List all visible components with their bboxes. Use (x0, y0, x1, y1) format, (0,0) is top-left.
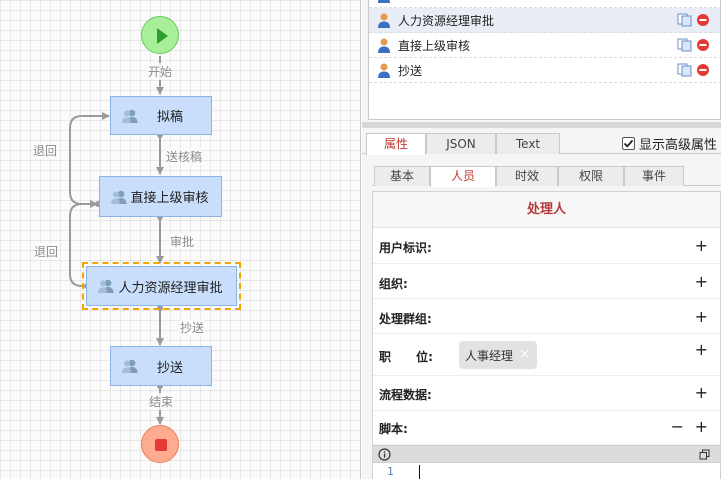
field-user-id: 用户标识: + (373, 228, 720, 264)
text-cursor (419, 465, 420, 479)
user-group-icon (111, 190, 127, 204)
field-group: 处理群组: + (373, 299, 720, 334)
end-event[interactable] (141, 425, 179, 463)
field-position-label: 职 位: (379, 350, 433, 364)
personnel-form: 处理人 用户标识: + 组织: + 处理群组: + 职 位: 人事经理 × + … (372, 191, 721, 479)
edge-label-submit: 送核稿 (166, 148, 203, 165)
subtab-events[interactable]: 事件 (624, 166, 684, 186)
delete-icon[interactable] (696, 38, 710, 52)
remove-script-button[interactable]: − (671, 419, 684, 435)
field-script-label: 脚本: (379, 422, 408, 436)
panel-splitter[interactable] (362, 122, 721, 128)
position-chip[interactable]: 人事经理 × (459, 341, 537, 369)
add-user-id-button[interactable]: + (695, 238, 708, 254)
field-org: 组织: + (373, 264, 720, 299)
list-item[interactable]: 抄送 (369, 58, 720, 83)
task-node-hr-label: 人力资源经理审批 (118, 280, 223, 296)
edge-label-back1: 退回 (33, 142, 58, 159)
field-user-id-label: 用户标识: (379, 241, 432, 255)
node-list: 人力资源经理审批 直接上级审核 抄送 (368, 0, 721, 120)
user-icon (378, 63, 390, 78)
copy-icon[interactable] (677, 63, 693, 77)
field-org-label: 组织: (379, 277, 408, 291)
subtab-timeliness[interactable]: 时效 (496, 166, 558, 186)
play-icon (157, 28, 168, 44)
copy-icon[interactable] (677, 13, 693, 27)
edge-label-cc: 抄送 (180, 319, 205, 336)
task-node-cc[interactable]: 抄送 (110, 346, 212, 386)
tab-text[interactable]: Text (496, 133, 560, 154)
edge-label-end: 结束 (149, 393, 174, 410)
show-advanced-label: 显示高级属性 (639, 138, 718, 153)
tab-json[interactable]: JSON (426, 133, 496, 154)
field-flow-data-label: 流程数据: (379, 388, 432, 402)
delete-icon[interactable] (696, 63, 710, 77)
user-group-icon (98, 279, 114, 293)
user-icon (378, 38, 390, 53)
restore-window-icon[interactable] (699, 449, 710, 460)
list-item-label: 抄送 (398, 63, 423, 78)
task-node-supervisor[interactable]: 直接上级审核 (99, 176, 222, 217)
field-flow-data: 流程数据: + (373, 376, 720, 411)
add-flow-data-button[interactable]: + (695, 385, 708, 401)
subtab-permissions[interactable]: 权限 (558, 166, 624, 186)
copy-icon[interactable] (677, 38, 693, 52)
field-position: 职 位: 人事经理 × + (373, 334, 720, 376)
tab-properties[interactable]: 属性 (366, 133, 426, 155)
list-item-label: 人力资源经理审批 (398, 13, 495, 28)
add-script-button[interactable]: + (695, 419, 708, 435)
add-org-button[interactable]: + (695, 274, 708, 290)
list-item[interactable]: 直接上级审核 (369, 33, 720, 58)
info-icon[interactable] (378, 448, 391, 461)
add-position-button[interactable]: + (695, 342, 708, 358)
right-panel: 人力资源经理审批 直接上级审核 抄送 属性 JSON Text 显示高级属性 基… (362, 0, 721, 479)
task-node-draft[interactable]: 拟稿 (110, 96, 212, 135)
subtab-basic[interactable]: 基本 (374, 166, 430, 186)
section-title: 处理人 (373, 192, 720, 228)
field-group-label: 处理群组: (379, 312, 432, 326)
user-icon (378, 0, 390, 3)
user-icon (378, 13, 390, 28)
edge-label-start: 开始 (148, 63, 173, 80)
chip-remove-button[interactable]: × (519, 347, 530, 362)
task-node-draft-label: 拟稿 (156, 110, 183, 125)
stop-icon (155, 439, 167, 451)
list-item-partial[interactable] (369, 0, 720, 8)
edge-label-back2: 退回 (34, 243, 59, 260)
subtab-personnel[interactable]: 人员 (430, 166, 496, 187)
edge-label-approve: 审批 (170, 233, 195, 250)
delete-icon[interactable] (696, 13, 710, 27)
field-script: 脚本: − + (373, 411, 720, 445)
checkmark-icon (623, 139, 634, 148)
property-subtabs: 基本 人员 时效 权限 事件 (372, 164, 721, 187)
position-chip-label: 人事经理 (465, 348, 514, 363)
show-advanced-toggle[interactable]: 显示高级属性 (622, 134, 717, 153)
user-group-icon (122, 359, 138, 373)
task-node-cc-label: 抄送 (156, 360, 183, 376)
line-number: 1 (387, 465, 394, 478)
add-group-button[interactable]: + (695, 309, 708, 325)
start-event[interactable] (141, 16, 179, 54)
task-node-hr[interactable]: 人力资源经理审批 (82, 262, 241, 310)
workflow-canvas[interactable]: 开始 送核稿 审批 抄送 结束 退回 退回 拟稿 直接上级审核 人力资源经理审批 (0, 0, 361, 479)
user-group-icon (122, 109, 138, 123)
script-editor-toolbar (373, 445, 720, 463)
list-item-label: 直接上级审核 (398, 38, 471, 53)
list-item[interactable]: 人力资源经理审批 (369, 8, 720, 33)
show-advanced-checkbox[interactable] (622, 137, 635, 150)
script-editor[interactable]: 1 (373, 463, 720, 479)
